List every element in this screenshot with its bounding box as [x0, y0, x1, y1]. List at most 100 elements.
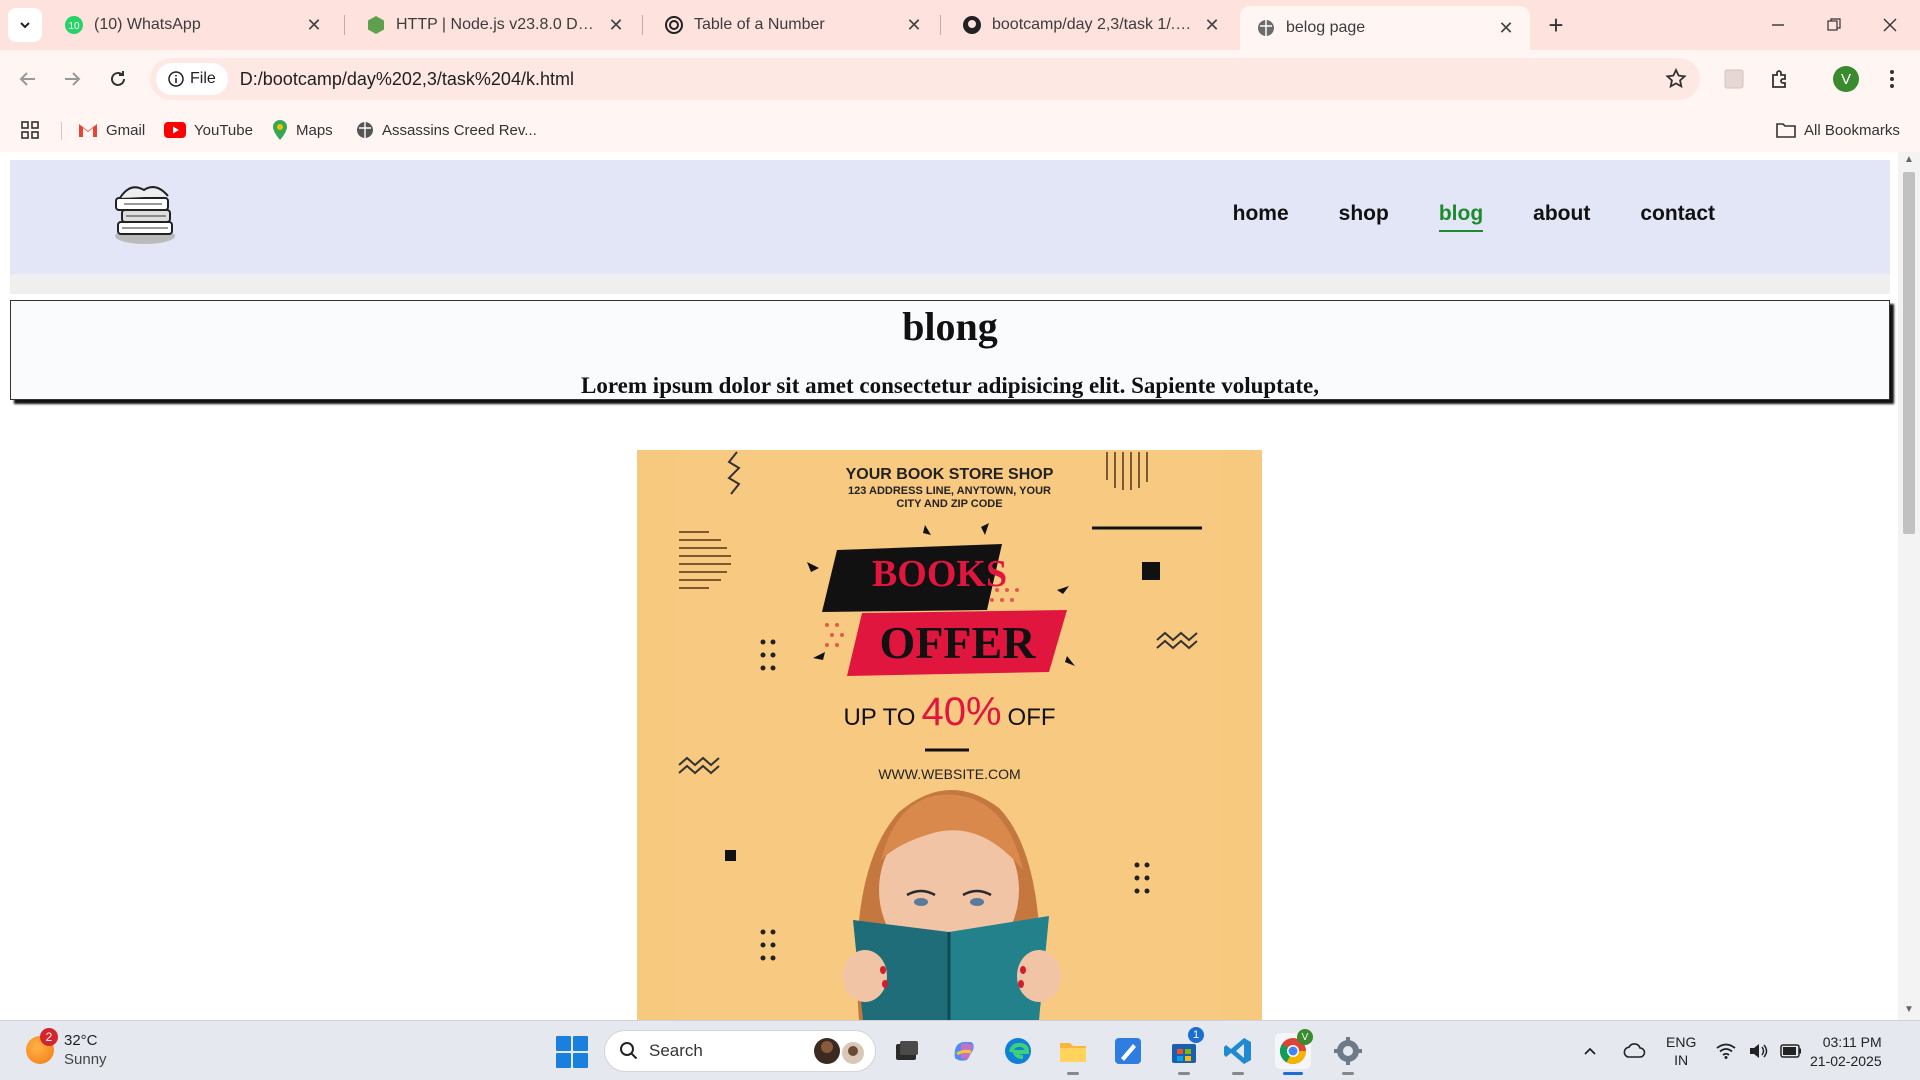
chevron-up-icon [1584, 1047, 1596, 1055]
taskbar-search-placeholder: Search [649, 1041, 703, 1060]
tab-title: bootcamp/day 2,3/task 1/.bootcamp [992, 16, 1194, 33]
close-tab-icon[interactable]: ✕ [1202, 15, 1222, 35]
temperature-text: 32°C [64, 1032, 98, 1049]
start-button[interactable] [556, 1036, 588, 1068]
bookmark-youtube[interactable]: YouTube [164, 116, 253, 144]
quick-settings-button[interactable] [1716, 1021, 1802, 1080]
github-icon [962, 15, 982, 35]
active-indicator [1283, 1072, 1303, 1075]
back-button[interactable] [10, 61, 46, 97]
restore-button[interactable] [1806, 0, 1862, 50]
running-indicator [1342, 1072, 1354, 1075]
close-icon [1883, 18, 1897, 32]
all-bookmarks-button[interactable]: All Bookmarks [1776, 116, 1900, 144]
url-text[interactable]: D:/bootcamp/day%202,3/task%204/k.html [240, 69, 574, 90]
new-tab-button[interactable]: + [1540, 9, 1572, 41]
cloud-sync-icon [1623, 1043, 1646, 1058]
nav-link-blog[interactable]: blog [1438, 202, 1484, 232]
forward-button[interactable] [54, 61, 90, 97]
extension-placeholder-icon[interactable] [1716, 61, 1752, 97]
nav-link-shop[interactable]: shop [1339, 202, 1389, 226]
windows-logo-icon [556, 1036, 571, 1051]
running-indicator [1067, 1072, 1079, 1075]
weather-badge: 2 [40, 1028, 58, 1046]
bookmark-assassins-creed[interactable]: Assassins Creed Rev... [356, 116, 537, 144]
task-view-button[interactable] [888, 1033, 924, 1069]
tab-search-button[interactable] [8, 8, 42, 42]
nav-link-home[interactable]: home [1233, 202, 1289, 226]
extensions-button[interactable] [1762, 61, 1798, 97]
bookmark-separator [61, 122, 62, 140]
address-bar[interactable]: File D:/bootcamp/day%202,3/task%204/k.ht… [150, 58, 1700, 100]
microsoft-store-button[interactable]: 1 [1166, 1027, 1204, 1075]
volume-icon [1750, 1044, 1768, 1058]
scroll-down-arrow-icon[interactable]: ▼ [1904, 1004, 1914, 1015]
tab-nodejs[interactable]: HTTP | Node.js v23.8.0 Documentation ✕ [350, 6, 640, 44]
bookmark-star-icon[interactable] [1664, 67, 1688, 96]
blog-heading-box: blong Lorem ipsum dolor sit amet consect… [10, 300, 1890, 400]
bookmark-gmail[interactable]: Gmail [78, 116, 145, 144]
header-divider [10, 274, 1890, 294]
minimize-icon [1772, 24, 1784, 26]
chevron-down-icon [20, 22, 30, 29]
poster-off: OFF [1007, 704, 1056, 731]
apps-button[interactable] [20, 116, 40, 144]
bookmark-label: Gmail [106, 121, 146, 139]
onedrive-button[interactable] [1622, 1021, 1646, 1080]
tab-github[interactable]: bootcamp/day 2,3/task 1/.bootcamp ✕ [946, 6, 1236, 44]
nav-link-contact[interactable]: contact [1640, 202, 1715, 226]
copilot-button[interactable] [946, 1033, 982, 1069]
reload-button[interactable] [100, 61, 136, 97]
paint-app-button[interactable] [1110, 1033, 1146, 1069]
settings-button[interactable] [1330, 1033, 1366, 1075]
wifi-icon [1716, 1043, 1736, 1059]
book-stack-logo[interactable] [110, 180, 180, 246]
battery-icon [1780, 1044, 1801, 1058]
weather-widget[interactable]: 2 32°C Sunny [26, 1028, 107, 1069]
file-explorer-button[interactable] [1055, 1033, 1091, 1075]
show-hidden-icons-button[interactable] [1582, 1021, 1598, 1080]
weather-condition-text: Sunny [64, 1051, 107, 1068]
close-tab-icon[interactable]: ✕ [904, 15, 924, 35]
tab-separator [642, 15, 643, 35]
poster-decorations [678, 451, 1202, 1020]
chrome-button[interactable]: V [1275, 1029, 1313, 1075]
nav-link-about[interactable]: about [1533, 202, 1590, 226]
arrow-left-icon [19, 72, 35, 86]
all-bookmarks-label: All Bookmarks [1804, 121, 1900, 139]
tab-title: HTTP | Node.js v23.8.0 Documentation [396, 16, 598, 33]
taskbar-clock[interactable]: 03:11 PM 21-02-2025 [1810, 1033, 1882, 1071]
profile-button[interactable]: V [1828, 61, 1864, 97]
language-indicator[interactable]: ENG IN [1666, 1021, 1696, 1080]
close-tab-icon[interactable]: ✕ [1496, 18, 1516, 38]
copilot-icon [954, 1042, 974, 1061]
close-window-button[interactable] [1862, 0, 1918, 50]
menu-button[interactable] [1874, 61, 1910, 97]
tab-table-of-number[interactable]: Table of a Number ✕ [648, 6, 938, 44]
poster-discount-line: UP TO 40% OFF [637, 690, 1262, 735]
vscode-button[interactable] [1220, 1033, 1256, 1075]
close-tab-icon[interactable]: ✕ [304, 15, 324, 35]
taskbar-search[interactable]: Search [604, 1030, 876, 1072]
page-scrollbar[interactable]: ▲ ▼ [1898, 152, 1920, 1020]
svg-text:10: 10 [68, 21, 80, 32]
youtube-icon [164, 122, 186, 138]
nodejs-icon [366, 15, 386, 35]
scrollbar-thumb[interactable] [1903, 172, 1915, 534]
edge-icon [1005, 1038, 1031, 1064]
scroll-up-arrow-icon[interactable]: ▲ [1904, 154, 1914, 165]
minimize-button[interactable] [1750, 0, 1806, 50]
bookmark-label: Assassins Creed Rev... [382, 121, 537, 139]
reload-icon [111, 71, 125, 86]
store-badge: 1 [1188, 1027, 1204, 1043]
edge-button[interactable] [1000, 1033, 1036, 1069]
file-chip-label: File [190, 70, 216, 87]
site-info-chip[interactable]: File [156, 63, 228, 95]
restore-icon [1827, 18, 1841, 31]
tab-title: Table of a Number [694, 16, 825, 33]
globe-icon [1256, 18, 1276, 38]
bookmark-maps[interactable]: Maps [272, 116, 333, 144]
tab-whatsapp[interactable]: 10 (10) WhatsApp ✕ [48, 6, 338, 44]
close-tab-icon[interactable]: ✕ [606, 15, 626, 35]
tab-belog-page[interactable]: belog page ✕ [1240, 6, 1530, 50]
